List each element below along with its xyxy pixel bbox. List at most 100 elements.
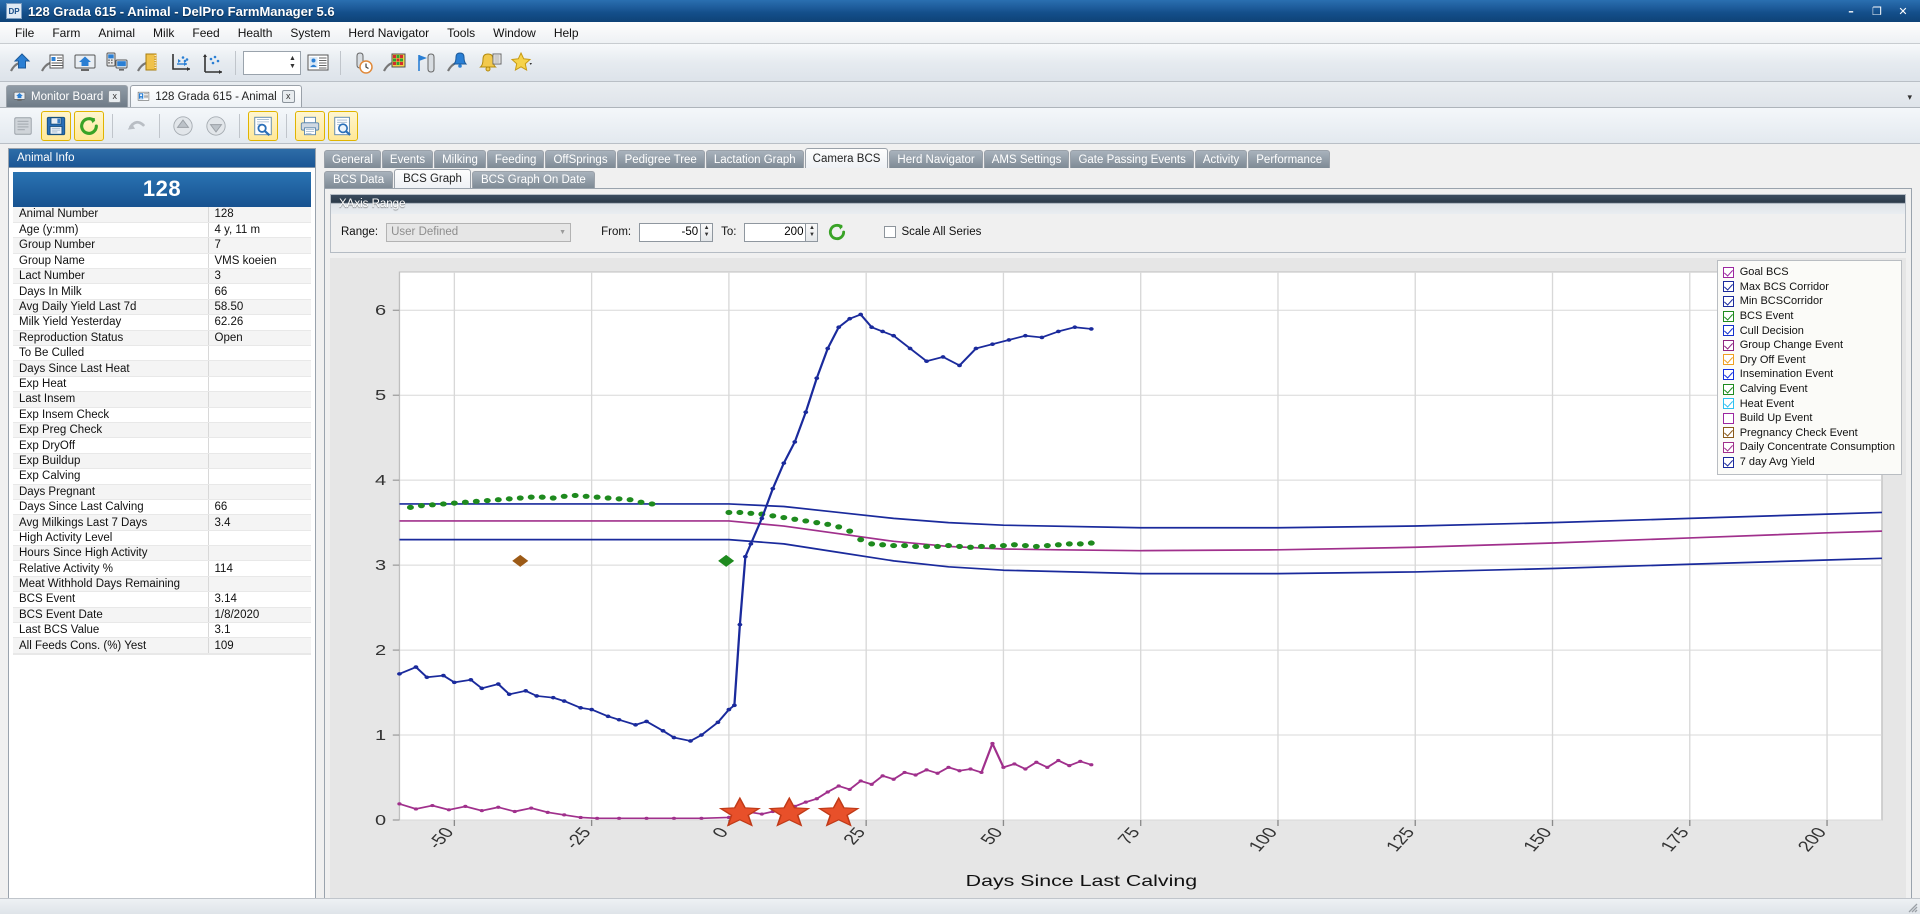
- menu-farm[interactable]: Farm: [43, 23, 89, 43]
- legend-checkbox[interactable]: [1723, 311, 1734, 322]
- to-input[interactable]: 200: [744, 223, 806, 242]
- to-spin-arrows[interactable]: ▲▼: [806, 223, 818, 242]
- animal-info-row[interactable]: BCS Event Date1/8/2020: [13, 607, 311, 622]
- animal-info-row[interactable]: Exp Heat: [13, 376, 311, 391]
- legend-item[interactable]: Calving Event: [1723, 382, 1895, 397]
- chevron-down-icon[interactable]: ▾: [1907, 92, 1912, 103]
- marker-device-icon[interactable]: [412, 48, 442, 78]
- legend-item[interactable]: Build Up Event: [1723, 411, 1895, 426]
- legend-checkbox[interactable]: [1723, 427, 1734, 438]
- from-input[interactable]: -50: [639, 223, 701, 242]
- legend-item[interactable]: Dry Off Event: [1723, 353, 1895, 368]
- legend-checkbox[interactable]: [1723, 384, 1734, 395]
- close-button[interactable]: ✕: [1890, 2, 1916, 20]
- refresh-icon[interactable]: [74, 111, 104, 141]
- animal-info-row[interactable]: Exp Buildup: [13, 453, 311, 468]
- animal-info-row[interactable]: Animal Number128: [13, 207, 311, 222]
- minimize-button[interactable]: –: [1838, 2, 1864, 20]
- animal-info-row[interactable]: Avg Milkings Last 7 Days3.4: [13, 515, 311, 530]
- legend-item[interactable]: Goal BCS: [1723, 265, 1895, 280]
- legend-checkbox[interactable]: [1723, 281, 1734, 292]
- doctab-monitor-board[interactable]: Monitor Board x: [6, 85, 128, 107]
- tab-herd-navigator[interactable]: Herd Navigator: [889, 150, 982, 168]
- spin-arrows[interactable]: ▲▼: [287, 53, 298, 73]
- legend-item[interactable]: Pregnancy Check Event: [1723, 426, 1895, 441]
- animal-info-row[interactable]: Avg Daily Yield Last 7d58.50: [13, 299, 311, 314]
- tab-activity[interactable]: Activity: [1195, 150, 1247, 168]
- legend-checkbox[interactable]: [1723, 398, 1734, 409]
- legend-item[interactable]: 7 day Avg Yield: [1723, 455, 1895, 470]
- animal-info-row[interactable]: Exp DryOff: [13, 438, 311, 453]
- animal-info-row[interactable]: All Feeds Cons. (%) Yest109: [13, 638, 311, 653]
- animal-list-icon[interactable]: [38, 48, 68, 78]
- legend-item[interactable]: Insemination Event: [1723, 367, 1895, 382]
- print-icon[interactable]: [295, 111, 325, 141]
- tab-feeding[interactable]: Feeding: [487, 150, 545, 168]
- animal-info-row[interactable]: Days In Milk66: [13, 284, 311, 299]
- legend-checkbox[interactable]: [1723, 442, 1734, 453]
- range-select[interactable]: User Defined ▼: [386, 223, 571, 242]
- animal-info-row[interactable]: Milk Yield Yesterday62.26: [13, 315, 311, 330]
- menu-system[interactable]: System: [281, 23, 339, 43]
- legend-item[interactable]: BCS Event: [1723, 309, 1895, 324]
- menu-feed[interactable]: Feed: [183, 23, 228, 43]
- alarm-bell-icon[interactable]: [444, 48, 474, 78]
- tab-general[interactable]: General: [324, 150, 381, 168]
- animal-info-row[interactable]: Exp Calving: [13, 469, 311, 484]
- animal-info-row[interactable]: To Be Culled: [13, 346, 311, 361]
- tab-offsprings[interactable]: OffSprings: [545, 150, 615, 168]
- next-animal-icon[interactable]: [201, 111, 231, 141]
- legend-checkbox[interactable]: [1723, 354, 1734, 365]
- animal-entry-icon[interactable]: [6, 48, 36, 78]
- print-preview-icon[interactable]: [328, 111, 358, 141]
- maximize-button[interactable]: ❐: [1864, 2, 1890, 20]
- new-icon[interactable]: [8, 111, 38, 141]
- animal-info-row[interactable]: Group NameVMS koeien: [13, 253, 311, 268]
- color-grid-icon[interactable]: [380, 48, 410, 78]
- animal-info-row[interactable]: Relative Activity %114: [13, 561, 311, 576]
- tab-gate-passing-events[interactable]: Gate Passing Events: [1070, 150, 1193, 168]
- axis-chart-icon[interactable]: [198, 48, 228, 78]
- menu-health[interactable]: Health: [229, 23, 282, 43]
- scatter-chart-icon[interactable]: [166, 48, 196, 78]
- animal-info-row[interactable]: Lact Number3: [13, 269, 311, 284]
- menu-help[interactable]: Help: [545, 23, 588, 43]
- legend-checkbox[interactable]: [1723, 296, 1734, 307]
- menu-animal[interactable]: Animal: [89, 23, 144, 43]
- resize-grip-icon[interactable]: [1906, 901, 1918, 913]
- to-stepper[interactable]: 200 ▲▼: [744, 223, 818, 242]
- animal-info-row[interactable]: BCS Event3.14: [13, 592, 311, 607]
- tab-performance[interactable]: Performance: [1248, 150, 1330, 168]
- animal-info-row[interactable]: Group Number7: [13, 238, 311, 253]
- animal-info-row[interactable]: Hours Since High Activity: [13, 546, 311, 561]
- menu-file[interactable]: File: [6, 23, 43, 43]
- tab-camera-bcs[interactable]: Camera BCS: [805, 148, 889, 168]
- menu-window[interactable]: Window: [484, 23, 545, 43]
- settings-search-icon[interactable]: [248, 111, 278, 141]
- tab-milking[interactable]: Milking: [434, 150, 486, 168]
- animal-info-row[interactable]: Reproduction StatusOpen: [13, 330, 311, 345]
- animal-info-row[interactable]: Last BCS Value3.1: [13, 623, 311, 638]
- subtab-bcs-graph-on-date[interactable]: BCS Graph On Date: [472, 171, 595, 188]
- animal-info-row[interactable]: Exp Preg Check: [13, 422, 311, 437]
- previous-animal-icon[interactable]: [168, 111, 198, 141]
- tab-ams-settings[interactable]: AMS Settings: [984, 150, 1070, 168]
- scale-all-series-box[interactable]: [884, 226, 896, 238]
- from-spin-arrows[interactable]: ▲▼: [701, 223, 713, 242]
- legend-item[interactable]: Max BCS Corridor: [1723, 280, 1895, 295]
- clock-task-icon[interactable]: [348, 48, 378, 78]
- animal-card-lookup-icon[interactable]: [303, 48, 333, 78]
- legend-item[interactable]: Cull Decision: [1723, 323, 1895, 338]
- save-icon[interactable]: [41, 111, 71, 141]
- menu-tools[interactable]: Tools: [438, 23, 484, 43]
- undo-icon[interactable]: [121, 111, 151, 141]
- tab-events[interactable]: Events: [382, 150, 433, 168]
- animal-info-row[interactable]: High Activity Level: [13, 530, 311, 545]
- menu-milk[interactable]: Milk: [144, 23, 183, 43]
- menu-herd-navigator[interactable]: Herd Navigator: [339, 23, 438, 43]
- legend-item[interactable]: Min BCSCorridor: [1723, 294, 1895, 309]
- legend-checkbox[interactable]: [1723, 457, 1734, 468]
- legend-checkbox[interactable]: [1723, 325, 1734, 336]
- animal-info-row[interactable]: Meat Withhold Days Remaining: [13, 576, 311, 591]
- monitor-board-icon[interactable]: [70, 48, 100, 78]
